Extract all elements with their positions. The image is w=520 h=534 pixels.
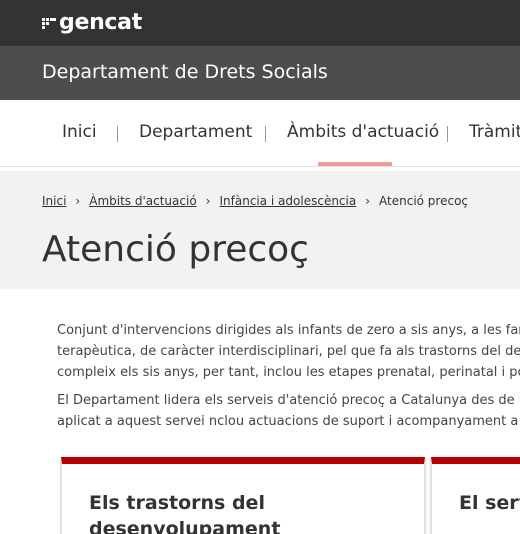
- gencat-logo-icon: [42, 14, 56, 30]
- main-navigation: Inici Departament Àmbits d'actuació Tràm…: [0, 100, 520, 167]
- breadcrumb: Inici › Àmbits d'actuació › Infància i a…: [42, 194, 468, 208]
- logo-text: gencat: [59, 9, 142, 35]
- nav-item-tramits[interactable]: Tràmit: [469, 122, 520, 142]
- text-line: terapèutica, de caràcter interdisciplina…: [57, 344, 520, 359]
- breadcrumb-link-inici[interactable]: Inici: [42, 194, 66, 208]
- text-line: El Departament lidera els serveis d'aten…: [57, 393, 520, 408]
- page-title: Atenció precoç: [42, 229, 309, 270]
- nav-separator: [117, 126, 118, 142]
- breadcrumb-link-infancia[interactable]: Infància i adolescència: [219, 194, 356, 208]
- text-line: Conjunt d'intervencions dirigides als in…: [57, 323, 520, 338]
- card-title-line: desenvolupament: [89, 518, 281, 534]
- chevron-right-icon: ›: [365, 194, 371, 208]
- intro-text: Conjunt d'intervencions dirigides als in…: [57, 320, 520, 432]
- gencat-logo[interactable]: gencat: [42, 6, 142, 38]
- paragraph: El Departament lidera els serveis d'aten…: [57, 390, 520, 432]
- department-bar: Departament de Drets Socials: [0, 46, 520, 100]
- paragraph: Conjunt d'intervencions dirigides als in…: [57, 320, 520, 383]
- card-title-line: Els trastorns del: [89, 492, 265, 514]
- department-title[interactable]: Departament de Drets Socials: [42, 61, 328, 83]
- nav-separator: [265, 126, 266, 142]
- card-title: Els trastorns del desenvolupament: [89, 490, 280, 534]
- top-bar: gencat: [0, 0, 520, 46]
- card-title-line: El serv: [459, 492, 520, 514]
- nav-separator: [447, 126, 448, 142]
- text-line: compleix els sis anys, per tant, inclou …: [57, 365, 520, 380]
- breadcrumb-current: Atenció precoç: [379, 194, 469, 208]
- nav-active-indicator: [318, 162, 392, 166]
- page-header: Inici › Àmbits d'actuació › Infància i a…: [0, 171, 520, 289]
- nav-item-inici[interactable]: Inici: [62, 122, 97, 142]
- card-trastorns[interactable]: Els trastorns del desenvolupament: [61, 457, 425, 534]
- breadcrumb-link-ambits[interactable]: Àmbits d'actuació: [89, 194, 196, 208]
- text-line: aplicat a aquest servei nclou actuacions…: [57, 414, 520, 429]
- chevron-right-icon: ›: [75, 194, 81, 208]
- card-servei[interactable]: El serv: [431, 457, 520, 534]
- nav-item-ambits[interactable]: Àmbits d'actuació: [287, 122, 439, 142]
- card-title: El serv: [459, 490, 520, 516]
- nav-item-departament[interactable]: Departament: [139, 122, 252, 142]
- chevron-right-icon: ›: [205, 194, 211, 208]
